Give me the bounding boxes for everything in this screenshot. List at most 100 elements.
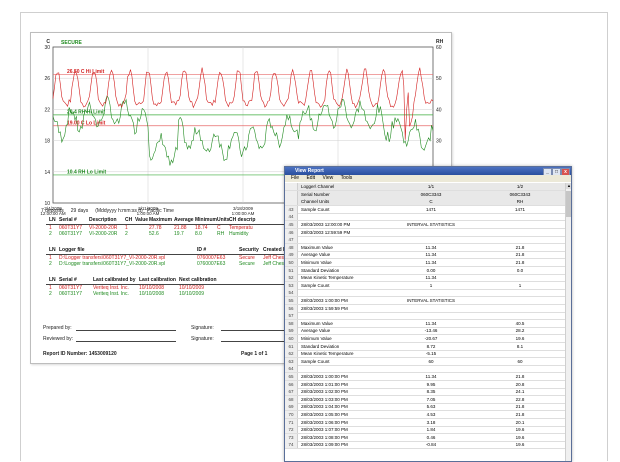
grid-cell[interactable]: -13.46	[391, 327, 471, 334]
grid-cell[interactable]: 1/2	[475, 183, 565, 190]
left-axis-title: C	[46, 39, 50, 45]
grid-cell[interactable]: 1/1	[391, 183, 471, 190]
grid-cell[interactable]: 19.6	[475, 335, 565, 342]
grid-cell[interactable]: 28/03/2003 1:01:00 PM	[301, 381, 389, 388]
grid-cell[interactable]: 20.1	[475, 419, 565, 426]
grid-cell[interactable]: 7.05	[391, 396, 471, 403]
right-axis-tick: 40	[436, 107, 442, 113]
grid-cell[interactable]: Maximum Value	[301, 320, 389, 327]
channels-table-cell: 8.0	[195, 231, 202, 237]
grid-cell[interactable]: Standard Deviation	[301, 343, 389, 350]
scroll-thumb[interactable]	[566, 191, 571, 217]
grid-cell[interactable]: Average Value	[301, 251, 389, 258]
grid-cell[interactable]: Mean Kinetic Temperature	[301, 350, 389, 357]
grid-cell[interactable]: Sample Count	[301, 358, 389, 365]
vertical-scrollbar[interactable]: ▲	[565, 183, 571, 461]
scroll-up-icon[interactable]: ▲	[566, 183, 571, 189]
grid-cell[interactable]: INTERVAL STATISTICS	[391, 221, 471, 228]
grid-cell[interactable]: 28/03/2003 1:08:00 PM	[301, 434, 389, 441]
grid-cell[interactable]: 19.6	[475, 441, 565, 448]
grid-cell[interactable]: 1.84	[391, 426, 471, 433]
grid-cell[interactable]: 1	[391, 282, 471, 289]
grid-cell[interactable]: Logger\ Channel	[301, 183, 389, 190]
grid-cell[interactable]: 22.8	[475, 396, 565, 403]
grid-cell[interactable]: 20.8	[475, 381, 565, 388]
grid-cell[interactable]: 8.1	[475, 343, 565, 350]
grid-cell[interactable]: 60	[391, 358, 471, 365]
grid-cell[interactable]: 28/03/2003 1:07:00 PM	[301, 426, 389, 433]
grid-cell[interactable]: 28/03/2003 1:00:00 PM	[301, 297, 389, 304]
grid-cell[interactable]: Average Value	[301, 327, 389, 334]
grid-cell[interactable]: 19.6	[475, 426, 565, 433]
grid-cell[interactable]: Sample Count	[301, 282, 389, 289]
grid-cell[interactable]: 21.8	[475, 403, 565, 410]
grid-cell[interactable]: 11.34	[391, 251, 471, 258]
grid-cell[interactable]: 11.34	[391, 373, 471, 380]
menu-file[interactable]: File	[291, 175, 299, 181]
grid-cell[interactable]: Channel Units	[301, 198, 389, 205]
grid-cell[interactable]: -0.84	[391, 441, 471, 448]
grid-cell[interactable]: 28/03/2003 1:59:59 PM	[301, 305, 389, 312]
grid-cell[interactable]: Serial Number	[301, 191, 389, 198]
grid-cell[interactable]: 28/03/2003 1:04:00 PM	[301, 403, 389, 410]
row-number: 63	[285, 357, 298, 365]
grid-cell[interactable]: 28/03/2003 1:05:00 PM	[301, 411, 389, 418]
grid-cell[interactable]: 28/03/2003 1:09:00 PM	[301, 441, 389, 448]
grid-cell[interactable]: 060C3343	[391, 191, 471, 198]
grid-cell[interactable]: C	[391, 198, 471, 205]
grid-cell[interactable]: Sample Count	[301, 206, 389, 213]
grid-cell[interactable]: 3.18	[391, 419, 471, 426]
menu-edit[interactable]: Edit	[306, 175, 315, 181]
grid-cell[interactable]: 28/03/2003 1:00:00 PM	[301, 373, 389, 380]
grid-cell[interactable]: 40.5	[475, 320, 565, 327]
grid-cell[interactable]: 5.63	[391, 403, 471, 410]
right-axis-tick: 50	[436, 76, 442, 82]
grid-cell[interactable]: 21.8	[475, 244, 565, 251]
grid-cell[interactable]: 28/03/2003 12:00:00 PM	[301, 221, 389, 228]
grid-cell[interactable]: 8.72	[391, 343, 471, 350]
grid-cell[interactable]: -5.15	[391, 350, 471, 357]
grid-cell[interactable]: 9.95	[391, 381, 471, 388]
grid-cell[interactable]: Minimum Value	[301, 259, 389, 266]
menu-tools[interactable]: Tools	[341, 175, 353, 181]
grid-row[interactable]: 74 28/03/2003 1:09:00 PM -0.84 19.6	[285, 441, 565, 450]
grid-cell[interactable]: 21.8	[475, 373, 565, 380]
grid-cell[interactable]: 1471	[475, 206, 565, 213]
grid-cell[interactable]: 21.8	[475, 251, 565, 258]
grid-cell[interactable]: 28/03/2003 12:59:59 PM	[301, 229, 389, 236]
grid-cell[interactable]: -20.67	[391, 335, 471, 342]
grid-cell[interactable]: 21.8	[475, 259, 565, 266]
grid-cell[interactable]: 28/03/2003 1:03:00 PM	[301, 396, 389, 403]
grid-cell[interactable]: 0.46	[391, 434, 471, 441]
grid-cell[interactable]: 11.34	[391, 244, 471, 251]
menu-view[interactable]: View	[322, 175, 333, 181]
grid-cell[interactable]: 24.1	[475, 388, 565, 395]
calibration-table-cell: 10/10/2008	[139, 291, 165, 297]
grid-cell[interactable]: Mean Kinetic Temperature	[301, 274, 389, 281]
grid-cell[interactable]: Minimum Value	[301, 335, 389, 342]
grid-cell[interactable]: 0.0	[475, 267, 565, 274]
grid-cell[interactable]: 28/03/2003 1:02:00 PM	[301, 388, 389, 395]
report-viewer-window[interactable]: View Report _ □ x File Edit View Tools L…	[284, 166, 572, 462]
grid-cell[interactable]: 4.53	[391, 411, 471, 418]
grid-cell[interactable]: 1	[475, 282, 565, 289]
grid-cell[interactable]: 19.6	[475, 434, 565, 441]
grid-cell[interactable]: 11.34	[391, 320, 471, 327]
grid-cell[interactable]: RH	[475, 198, 565, 205]
grid-cell[interactable]: 21.8	[475, 411, 565, 418]
grid-cell[interactable]: Standard Deviation	[301, 267, 389, 274]
grid-cell[interactable]: Maximum Value	[301, 244, 389, 251]
grid-cell[interactable]: INTERVAL STATISTICS	[391, 297, 471, 304]
grid-cell[interactable]: 60	[475, 358, 565, 365]
grid-cell[interactable]: 060C3343	[475, 191, 565, 198]
grid-cell[interactable]: 28/03/2003 1:06:00 PM	[301, 419, 389, 426]
row-number: 47	[285, 236, 298, 244]
logger-table-cell: D:\Logger transfers\060T31Y7_VI-2000-20R…	[59, 261, 166, 267]
grid-cell[interactable]: 11.34	[391, 259, 471, 266]
grid-cell[interactable]: 11.34	[391, 274, 471, 281]
grid-cell[interactable]: 8.35	[391, 388, 471, 395]
grid-cell[interactable]: 28.2	[475, 327, 565, 334]
grid-cell[interactable]: 0.00	[391, 267, 471, 274]
viewer-titlebar[interactable]: View Report _ □ x	[285, 167, 571, 176]
grid-cell[interactable]: 1471	[391, 206, 471, 213]
